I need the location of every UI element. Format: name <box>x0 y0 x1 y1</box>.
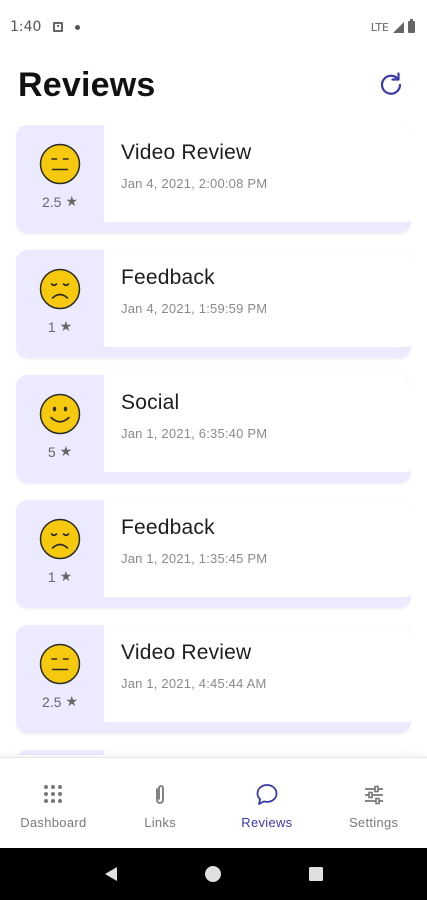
nav-item-settings[interactable]: Settings <box>320 758 427 848</box>
nav-label: Links <box>144 815 177 830</box>
nav-item-reviews[interactable]: Reviews <box>214 758 321 848</box>
review-date: Jan 1, 2021, 1:35:45 PM <box>121 551 268 566</box>
review-card-body <box>104 750 411 755</box>
nav-label: Dashboard <box>20 815 87 830</box>
battery-icon <box>408 19 415 33</box>
sad-face-icon <box>39 268 81 310</box>
review-rating-panel: 1 ★ <box>16 250 104 358</box>
nav-label: Settings <box>348 815 399 830</box>
review-card-body: Social Jan 1, 2021, 6:35:40 PM <box>104 375 411 472</box>
rating-value: 1 <box>47 568 56 585</box>
review-card[interactable]: 1 ★ Feedback Jan 1, 2021, 1:35:45 PM <box>16 500 411 608</box>
paperclip-icon <box>147 782 173 808</box>
review-card[interactable]: 1 ★ Feedback Jan 4, 2021, 1:59:59 PM <box>16 250 411 358</box>
status-bar-left: 1:40 <box>10 19 81 35</box>
nav-label: Reviews <box>241 815 293 830</box>
neutral-face-icon <box>39 143 81 185</box>
review-card[interactable]: 5 ★ Social Jan 1, 2021, 6:35:40 PM <box>16 375 411 483</box>
back-icon[interactable] <box>101 864 121 884</box>
rating-value: 2.5 <box>41 193 62 210</box>
rating: 1 ★ <box>48 568 72 585</box>
star-icon: ★ <box>59 568 73 584</box>
review-card-body: Feedback Jan 4, 2021, 1:59:59 PM <box>104 250 411 347</box>
rating: 2.5 ★ <box>42 693 78 710</box>
system-nav-bar <box>0 848 427 900</box>
star-icon: ★ <box>65 193 79 209</box>
review-rating-panel: 2.5 ★ <box>16 625 104 733</box>
star-icon: ★ <box>59 443 73 459</box>
rating: 1 ★ <box>48 318 72 335</box>
notification-dot-icon <box>75 24 81 30</box>
review-card-body: Feedback Jan 1, 2021, 1:35:45 PM <box>104 500 411 597</box>
status-bar-right: LTE <box>370 19 415 34</box>
review-date: Jan 4, 2021, 1:59:59 PM <box>121 301 268 316</box>
review-list[interactable]: 2.5 ★ Video Review Jan 4, 2021, 2:00:08 … <box>16 125 411 755</box>
nav-item-links[interactable]: Links <box>107 758 214 848</box>
neutral-face-icon <box>39 643 81 685</box>
rating: 2.5 ★ <box>42 193 78 210</box>
review-rating-panel <box>16 750 104 755</box>
rating: 5 ★ <box>48 443 72 460</box>
review-title: Video Review <box>121 641 252 664</box>
review-title: Feedback <box>121 516 215 539</box>
review-title: Video Review <box>121 141 252 164</box>
review-date: Jan 1, 2021, 4:45:44 AM <box>121 676 267 691</box>
review-date: Jan 1, 2021, 6:35:40 PM <box>121 426 268 441</box>
page-title: Reviews <box>18 65 156 104</box>
review-rating-panel: 2.5 ★ <box>16 125 104 233</box>
status-time: 1:40 <box>10 19 42 35</box>
review-card[interactable]: 2.5 ★ Video Review Jan 1, 2021, 4:45:44 … <box>16 625 411 733</box>
review-title: Social <box>121 391 180 414</box>
review-card-body: Video Review Jan 1, 2021, 4:45:44 AM <box>104 625 411 722</box>
rating-value: 5 <box>47 443 56 460</box>
notification-icon <box>53 22 64 32</box>
header: Reviews <box>0 54 427 116</box>
review-rating-panel: 5 ★ <box>16 375 104 483</box>
home-icon[interactable] <box>203 864 223 884</box>
dots-grid-icon <box>40 782 66 808</box>
network-type: LTE <box>370 20 389 34</box>
review-card-partial[interactable] <box>16 750 411 755</box>
rating-value: 1 <box>47 318 56 335</box>
bottom-nav: Dashboard Links Reviews Settings <box>0 757 427 848</box>
signal-icon <box>393 21 404 33</box>
sliders-icon <box>361 782 387 808</box>
status-bar: 1:40 LTE <box>0 0 427 54</box>
review-card-body: Video Review Jan 4, 2021, 2:00:08 PM <box>104 125 411 222</box>
review-date: Jan 4, 2021, 2:00:08 PM <box>121 176 268 191</box>
refresh-icon <box>380 72 402 95</box>
recents-icon[interactable] <box>306 864 326 884</box>
star-icon: ★ <box>59 318 73 334</box>
nav-item-dashboard[interactable]: Dashboard <box>0 758 107 848</box>
happy-face-icon <box>39 393 81 435</box>
rating-value: 2.5 <box>41 693 62 710</box>
chat-bubble-icon <box>254 782 280 808</box>
review-card[interactable]: 2.5 ★ Video Review Jan 4, 2021, 2:00:08 … <box>16 125 411 233</box>
star-icon: ★ <box>65 693 79 709</box>
refresh-button[interactable] <box>373 67 409 103</box>
review-rating-panel: 1 ★ <box>16 500 104 608</box>
sad-face-icon <box>39 518 81 560</box>
review-title: Feedback <box>121 266 215 289</box>
